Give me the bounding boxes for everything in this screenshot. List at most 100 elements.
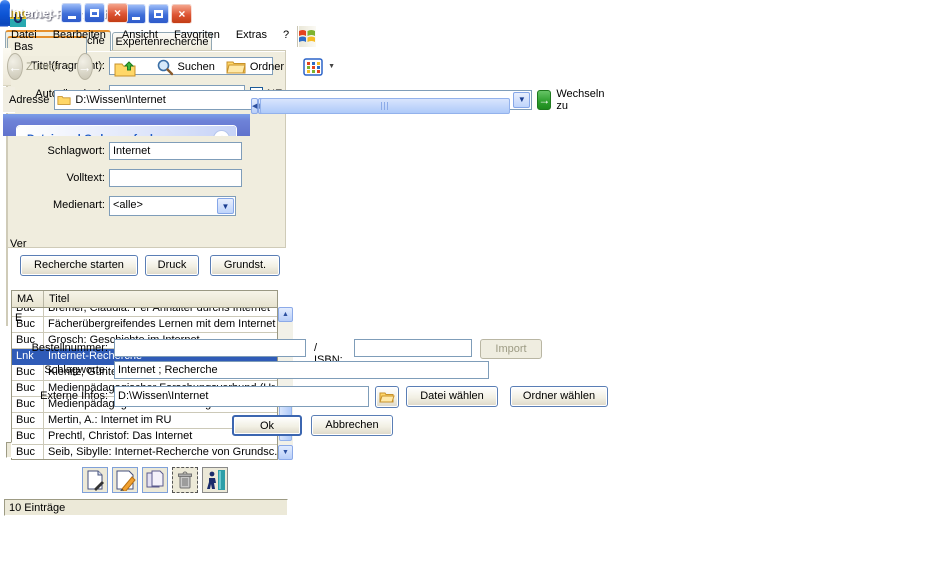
import-button[interactable]: Import: [480, 339, 542, 359]
label-fragment-ver: Ver: [10, 238, 27, 250]
cell-ma: Buc: [12, 445, 44, 459]
cell-titel: Seib, Sibylle: Internet-Recherche von Gr…: [44, 445, 277, 459]
chevron-down-icon[interactable]: ▼: [217, 198, 234, 214]
go-button[interactable]: →: [537, 90, 551, 110]
bestellnummer-input[interactable]: [114, 339, 306, 357]
katalog-status-bar: 10 Einträge: [4, 499, 288, 516]
entry-count: 10 Einträge: [9, 502, 65, 514]
ok-button[interactable]: Ok: [232, 415, 302, 436]
delete-entry-button[interactable]: [172, 467, 198, 493]
maximize-button[interactable]: [148, 4, 169, 24]
medienart-select[interactable]: <alle> ▼: [109, 196, 236, 216]
views-icon: [303, 58, 323, 76]
externe-infos-label: Externe Infos:: [4, 390, 108, 402]
volltext-input[interactable]: [109, 169, 242, 187]
new-entry-button[interactable]: [82, 467, 108, 493]
views-dropdown-icon[interactable]: ▼: [328, 63, 335, 70]
menu-datei[interactable]: Datei: [3, 26, 45, 46]
isbn-input[interactable]: [354, 339, 472, 357]
folder-icon: [57, 93, 71, 107]
column-header-titel[interactable]: Titel: [44, 291, 69, 307]
exit-door-icon: [204, 469, 226, 491]
panel-title: Datei- und Ordneraufgaben: [27, 133, 213, 137]
windows-flag-icon: [298, 28, 316, 44]
navigation-toolbar: ← Zurück ▼ → ▼ Suchen: [3, 48, 11, 86]
column-header-ma[interactable]: MA: [12, 291, 44, 307]
copy-entry-button[interactable]: [142, 467, 168, 493]
task-pane: Datei- und Ordneraufgaben Neuen Ordner e…: [3, 114, 250, 136]
bestellnummer-label: Bestellnummer:: [4, 342, 108, 354]
address-dropdown-icon[interactable]: ▼: [513, 92, 530, 108]
table-header[interactable]: MA Titel: [12, 291, 277, 308]
back-dropdown-icon[interactable]: ▼: [65, 63, 72, 70]
new-document-icon: [84, 469, 106, 491]
scroll-up-button[interactable]: ▲: [278, 307, 293, 322]
grundst-button[interactable]: Grundst.: [210, 255, 280, 276]
address-value: D:\Wissen\Internet: [75, 94, 165, 106]
cell-ma: Buc: [12, 429, 44, 444]
folder-up-icon: [114, 56, 136, 78]
forward-button[interactable]: →: [77, 53, 93, 80]
abbrechen-button[interactable]: Abbrechen: [311, 415, 393, 436]
volltext-label: Volltext:: [5, 172, 105, 184]
table-rows: Buc Bremer, Claudia: Per Anhalter durchs…: [12, 308, 277, 459]
table-row[interactable]: Buc Seib, Sibylle: Internet-Recherche vo…: [12, 445, 277, 459]
externe-infos-input[interactable]: D:\Wissen\Internet: [114, 386, 369, 407]
close-button[interactable]: ×: [171, 4, 192, 24]
views-button[interactable]: ▼: [300, 58, 340, 76]
label-fragment-e: E: [15, 312, 22, 324]
address-bar: Adresse D:\Wissen\Internet ▼ → Wechseln …: [3, 87, 15, 113]
go-label: Wechseln zu: [556, 88, 604, 112]
browse-folder-button[interactable]: [375, 386, 399, 408]
up-button[interactable]: [114, 56, 136, 78]
menu-favoriten[interactable]: Favoriten: [166, 26, 228, 46]
edit-pencil-icon: [114, 469, 136, 491]
back-label: Zurück: [26, 61, 60, 73]
minimize-button[interactable]: [125, 4, 146, 24]
search-label: Suchen: [178, 61, 215, 73]
back-button[interactable]: ←: [7, 53, 23, 80]
search-button[interactable]: Suchen: [152, 58, 219, 76]
menu-bearbeiten[interactable]: Bearbeiten: [45, 26, 114, 46]
menu-hilfe[interactable]: ?: [275, 26, 297, 46]
schlagwort-input[interactable]: Internet: [109, 142, 242, 160]
recherche-starten-button[interactable]: Recherche starten: [20, 255, 138, 276]
folders-label: Ordner: [250, 61, 284, 73]
druck-button[interactable]: Druck: [145, 255, 199, 276]
scroll-left-button[interactable]: ◀: [251, 98, 258, 114]
schlagworte-label: Schlagworte:: [4, 364, 108, 376]
explorer-window-title: Internet: [9, 6, 53, 20]
chevron-up-icon[interactable]: [213, 130, 230, 136]
edit-entry-button[interactable]: [112, 467, 138, 493]
address-label: Adresse: [9, 94, 49, 106]
datei-waehlen-button[interactable]: Datei wählen: [406, 386, 498, 407]
menu-ansicht[interactable]: Ansicht: [114, 26, 166, 46]
maximize-button[interactable]: [84, 3, 105, 23]
windows-logo: [297, 26, 316, 47]
ordner-waehlen-button[interactable]: Ordner wählen: [510, 386, 608, 407]
file-tasks-header[interactable]: Datei- und Ordneraufgaben: [17, 126, 236, 136]
medienart-value: <alle>: [113, 199, 143, 211]
scroll-thumb[interactable]: [260, 98, 510, 114]
folders-button[interactable]: Ordner: [222, 59, 288, 75]
medienart-label: Medienart:: [5, 199, 105, 211]
minimize-button[interactable]: [61, 3, 82, 23]
table-row[interactable]: Buc Fächerübergreifendes Lernen mit dem …: [12, 317, 277, 333]
trash-icon: [175, 470, 195, 490]
close-button[interactable]: ×: [107, 3, 128, 23]
copy-icon: [144, 469, 166, 491]
exit-button[interactable]: [202, 467, 228, 493]
folders-icon: [226, 59, 246, 75]
dialog-status-bar: [6, 442, 12, 458]
menu-extras[interactable]: Extras: [228, 26, 275, 46]
file-tasks-panel: Datei- und Ordneraufgaben Neuen Ordner e…: [16, 125, 237, 136]
results-scrollbar[interactable]: ▲ ▼: [278, 307, 293, 460]
explorer-titlebar[interactable]: Internet ×: [0, 0, 10, 26]
cell-titel: Bremer, Claudia: Per Anhalter durchs Int…: [44, 308, 277, 316]
schlagworte-input[interactable]: Internet ; Recherche: [114, 361, 489, 379]
scroll-down-button[interactable]: ▼: [278, 445, 293, 460]
cell-ma: Buc: [12, 413, 44, 428]
cell-titel: Fächerübergreifendes Lernen mit dem Inte…: [44, 317, 277, 332]
table-row[interactable]: Buc Bremer, Claudia: Per Anhalter durchs…: [12, 308, 277, 317]
forward-dropdown-icon[interactable]: ▼: [98, 63, 105, 70]
